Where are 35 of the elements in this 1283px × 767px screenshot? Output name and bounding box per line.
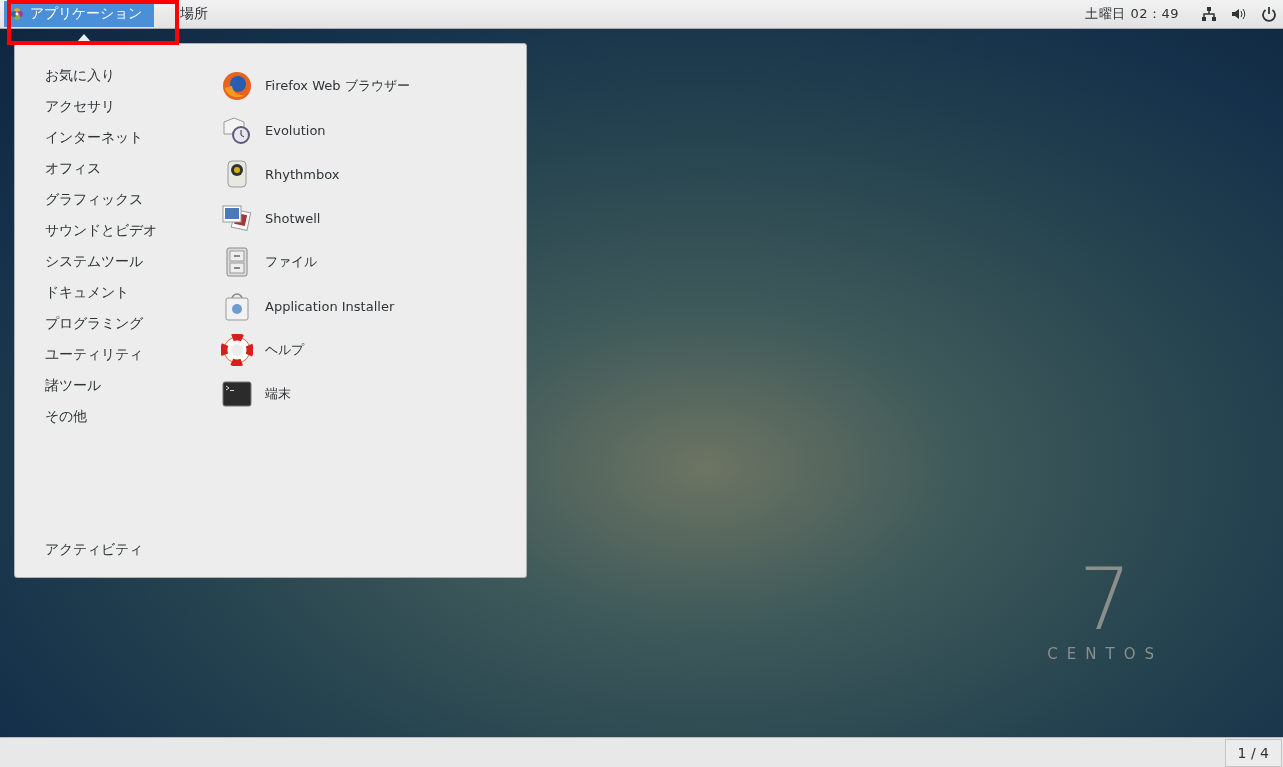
flower-icon <box>10 7 24 21</box>
category-item[interactable]: インターネット <box>45 126 221 157</box>
category-item[interactable]: システムツール <box>45 250 221 281</box>
app-item[interactable]: ヘルプ <box>265 341 304 359</box>
lifebuoy-icon <box>221 334 253 366</box>
photos-icon <box>221 202 253 234</box>
category-item[interactable]: サウンドとビデオ <box>45 219 221 250</box>
power-icon[interactable] <box>1261 6 1277 22</box>
category-item[interactable]: ユーティリティ <box>45 343 221 374</box>
volume-icon[interactable] <box>1231 6 1247 22</box>
category-item[interactable]: ドキュメント <box>45 281 221 312</box>
category-item[interactable]: その他 <box>45 405 221 436</box>
clock[interactable]: 土曜日 02：49 <box>1085 5 1179 23</box>
workspace-indicator[interactable]: 1 / 4 <box>1224 738 1282 767</box>
logo-text: CENTOS <box>1047 645 1163 663</box>
category-item[interactable]: 諸ツール <box>45 374 221 405</box>
category-item[interactable]: グラフィックス <box>45 188 221 219</box>
top-bar-menu[interactable]: 場所 <box>174 1 216 27</box>
logo-number: 7 <box>1079 556 1132 644</box>
globe-icon <box>221 70 253 102</box>
app-item[interactable]: Firefox Web ブラウザー <box>265 77 410 95</box>
activities-item[interactable]: アクティビティ <box>45 541 221 559</box>
terminal-icon <box>221 378 253 410</box>
app-item[interactable]: Shotwell <box>265 210 321 226</box>
app-item[interactable]: Evolution <box>265 122 326 138</box>
app-item[interactable]: Application Installer <box>265 298 395 314</box>
category-item[interactable]: オフィス <box>45 157 221 188</box>
envelope-clock-icon <box>221 114 253 146</box>
app-item[interactable]: 端末 <box>265 385 291 403</box>
app-item[interactable]: ファイル <box>265 253 317 271</box>
category-item[interactable]: アクセサリ <box>45 95 221 126</box>
app-item[interactable]: Rhythmbox <box>265 166 340 182</box>
category-item[interactable]: プログラミング <box>45 312 221 343</box>
category-item[interactable]: お気に入り <box>45 64 221 95</box>
network-icon[interactable] <box>1201 6 1217 22</box>
